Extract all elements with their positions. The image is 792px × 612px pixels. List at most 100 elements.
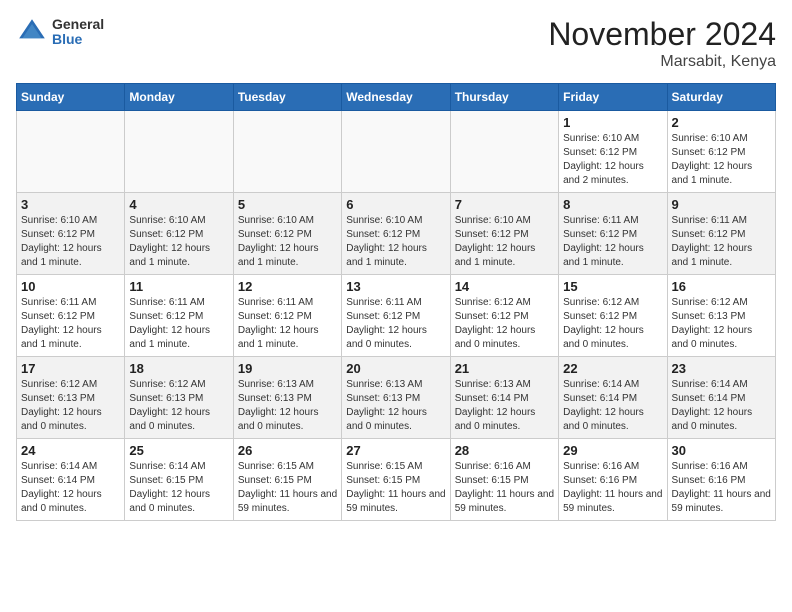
day-cell: [125, 111, 233, 193]
calendar-table: SundayMondayTuesdayWednesdayThursdayFrid…: [16, 83, 776, 521]
day-info: Sunrise: 6:10 AM Sunset: 6:12 PM Dayligh…: [672, 132, 771, 188]
weekday-monday: Monday: [125, 84, 233, 111]
logo-icon: [16, 16, 48, 48]
day-info: Sunrise: 6:14 AM Sunset: 6:14 PM Dayligh…: [21, 460, 120, 516]
day-cell: [233, 111, 341, 193]
day-number: 18: [129, 361, 228, 376]
day-cell: 27 Sunrise: 6:15 AM Sunset: 6:15 PM Dayli…: [342, 439, 450, 521]
day-info: Sunrise: 6:11 AM Sunset: 6:12 PM Dayligh…: [346, 296, 445, 352]
day-number: 7: [455, 197, 554, 212]
day-number: 13: [346, 279, 445, 294]
day-cell: 22 Sunrise: 6:14 AM Sunset: 6:14 PM Dayli…: [559, 357, 667, 439]
day-number: 4: [129, 197, 228, 212]
day-number: 28: [455, 443, 554, 458]
day-info: Sunrise: 6:12 AM Sunset: 6:13 PM Dayligh…: [129, 378, 228, 434]
day-number: 30: [672, 443, 771, 458]
day-cell: 30 Sunrise: 6:16 AM Sunset: 6:16 PM Dayli…: [667, 439, 775, 521]
day-number: 20: [346, 361, 445, 376]
day-number: 14: [455, 279, 554, 294]
day-info: Sunrise: 6:13 AM Sunset: 6:13 PM Dayligh…: [238, 378, 337, 434]
day-number: 25: [129, 443, 228, 458]
day-cell: [450, 111, 558, 193]
month-title: November 2024: [548, 16, 776, 53]
day-number: 15: [563, 279, 662, 294]
day-info: Sunrise: 6:11 AM Sunset: 6:12 PM Dayligh…: [129, 296, 228, 352]
day-number: 3: [21, 197, 120, 212]
day-cell: 28 Sunrise: 6:16 AM Sunset: 6:15 PM Dayli…: [450, 439, 558, 521]
day-number: 19: [238, 361, 337, 376]
day-number: 21: [455, 361, 554, 376]
day-number: 1: [563, 115, 662, 130]
day-cell: 3Sunrise: 6:10 AM Sunset: 6:12 PM Daylig…: [17, 193, 125, 275]
day-cell: 6 Sunrise: 6:10 AM Sunset: 6:12 PM Daylig…: [342, 193, 450, 275]
weekday-header-row: SundayMondayTuesdayWednesdayThursdayFrid…: [17, 84, 776, 111]
day-number: 16: [672, 279, 771, 294]
day-number: 24: [21, 443, 120, 458]
week-row-2: 3 Sunrise: 6:10 AM Sunset: 6:12 PM Daylig…: [17, 193, 776, 275]
day-info: Sunrise: 6:10 AM Sunset: 6:12 PM Dayligh…: [238, 214, 337, 270]
weekday-saturday: Saturday: [667, 84, 775, 111]
day-number: 12: [238, 279, 337, 294]
title-block: November 2024 Marsabit, Kenya: [548, 16, 776, 71]
logo: General Blue: [16, 16, 104, 48]
logo-general: General: [52, 17, 104, 32]
week-row-4: 17 Sunrise: 6:12 AM Sunset: 6:13 PM Dayli…: [17, 357, 776, 439]
day-cell: 2Sunrise: 6:10 AM Sunset: 6:12 PM Daylig…: [667, 111, 775, 193]
day-info: Sunrise: 6:16 AM Sunset: 6:16 PM Dayligh…: [672, 460, 771, 516]
week-row-5: 24 Sunrise: 6:14 AM Sunset: 6:14 PM Dayli…: [17, 439, 776, 521]
day-info: Sunrise: 6:16 AM Sunset: 6:15 PM Dayligh…: [455, 460, 554, 516]
day-cell: [342, 111, 450, 193]
day-cell: 11 Sunrise: 6:11 AM Sunset: 6:12 PM Dayli…: [125, 275, 233, 357]
day-cell: 18 Sunrise: 6:12 AM Sunset: 6:13 PM Dayli…: [125, 357, 233, 439]
day-number: 27: [346, 443, 445, 458]
day-info: Sunrise: 6:14 AM Sunset: 6:14 PM Dayligh…: [563, 378, 662, 434]
day-number: 5: [238, 197, 337, 212]
day-cell: 23Sunrise: 6:14 AM Sunset: 6:14 PM Dayli…: [667, 357, 775, 439]
day-number: 11: [129, 279, 228, 294]
weekday-wednesday: Wednesday: [342, 84, 450, 111]
day-info: Sunrise: 6:11 AM Sunset: 6:12 PM Dayligh…: [672, 214, 771, 270]
day-cell: 9 Sunrise: 6:11 AM Sunset: 6:12 PM Daylig…: [667, 193, 775, 275]
day-number: 22: [563, 361, 662, 376]
day-cell: 24 Sunrise: 6:14 AM Sunset: 6:14 PM Dayli…: [17, 439, 125, 521]
day-number: 26: [238, 443, 337, 458]
day-cell: 26Sunrise: 6:15 AM Sunset: 6:15 PM Dayli…: [233, 439, 341, 521]
day-info: Sunrise: 6:12 AM Sunset: 6:12 PM Dayligh…: [455, 296, 554, 352]
weekday-thursday: Thursday: [450, 84, 558, 111]
day-cell: 19 Sunrise: 6:13 AM Sunset: 6:13 PM Dayli…: [233, 357, 341, 439]
day-info: Sunrise: 6:13 AM Sunset: 6:14 PM Dayligh…: [455, 378, 554, 434]
day-info: Sunrise: 6:12 AM Sunset: 6:13 PM Dayligh…: [672, 296, 771, 352]
day-cell: 10 Sunrise: 6:11 AM Sunset: 6:12 PM Dayli…: [17, 275, 125, 357]
day-cell: 5 Sunrise: 6:10 AM Sunset: 6:12 PM Daylig…: [233, 193, 341, 275]
day-cell: 7Sunrise: 6:10 AM Sunset: 6:12 PM Daylig…: [450, 193, 558, 275]
day-info: Sunrise: 6:15 AM Sunset: 6:15 PM Dayligh…: [346, 460, 445, 516]
logo-blue: Blue: [52, 32, 104, 47]
day-info: Sunrise: 6:10 AM Sunset: 6:12 PM Dayligh…: [346, 214, 445, 270]
day-info: Sunrise: 6:12 AM Sunset: 6:12 PM Dayligh…: [563, 296, 662, 352]
page-header: General Blue November 2024 Marsabit, Ken…: [16, 16, 776, 71]
day-info: Sunrise: 6:10 AM Sunset: 6:12 PM Dayligh…: [129, 214, 228, 270]
weekday-tuesday: Tuesday: [233, 84, 341, 111]
day-number: 17: [21, 361, 120, 376]
day-info: Sunrise: 6:11 AM Sunset: 6:12 PM Dayligh…: [563, 214, 662, 270]
day-info: Sunrise: 6:14 AM Sunset: 6:15 PM Dayligh…: [129, 460, 228, 516]
day-cell: 29Sunrise: 6:16 AM Sunset: 6:16 PM Dayli…: [559, 439, 667, 521]
day-number: 6: [346, 197, 445, 212]
day-number: 9: [672, 197, 771, 212]
day-cell: 15 Sunrise: 6:12 AM Sunset: 6:12 PM Dayli…: [559, 275, 667, 357]
day-cell: 16 Sunrise: 6:12 AM Sunset: 6:13 PM Dayli…: [667, 275, 775, 357]
weekday-sunday: Sunday: [17, 84, 125, 111]
day-number: 10: [21, 279, 120, 294]
day-cell: 13 Sunrise: 6:11 AM Sunset: 6:12 PM Dayli…: [342, 275, 450, 357]
day-cell: 12Sunrise: 6:11 AM Sunset: 6:12 PM Dayli…: [233, 275, 341, 357]
day-number: 8: [563, 197, 662, 212]
day-info: Sunrise: 6:16 AM Sunset: 6:16 PM Dayligh…: [563, 460, 662, 516]
week-row-3: 10 Sunrise: 6:11 AM Sunset: 6:12 PM Dayli…: [17, 275, 776, 357]
day-info: Sunrise: 6:14 AM Sunset: 6:14 PM Dayligh…: [672, 378, 771, 434]
day-cell: 21 Sunrise: 6:13 AM Sunset: 6:14 PM Dayli…: [450, 357, 558, 439]
day-cell: 25 Sunrise: 6:14 AM Sunset: 6:15 PM Dayli…: [125, 439, 233, 521]
location: Marsabit, Kenya: [548, 53, 776, 71]
day-info: Sunrise: 6:10 AM Sunset: 6:12 PM Dayligh…: [563, 132, 662, 188]
day-info: Sunrise: 6:12 AM Sunset: 6:13 PM Dayligh…: [21, 378, 120, 434]
day-info: Sunrise: 6:11 AM Sunset: 6:12 PM Dayligh…: [21, 296, 120, 352]
